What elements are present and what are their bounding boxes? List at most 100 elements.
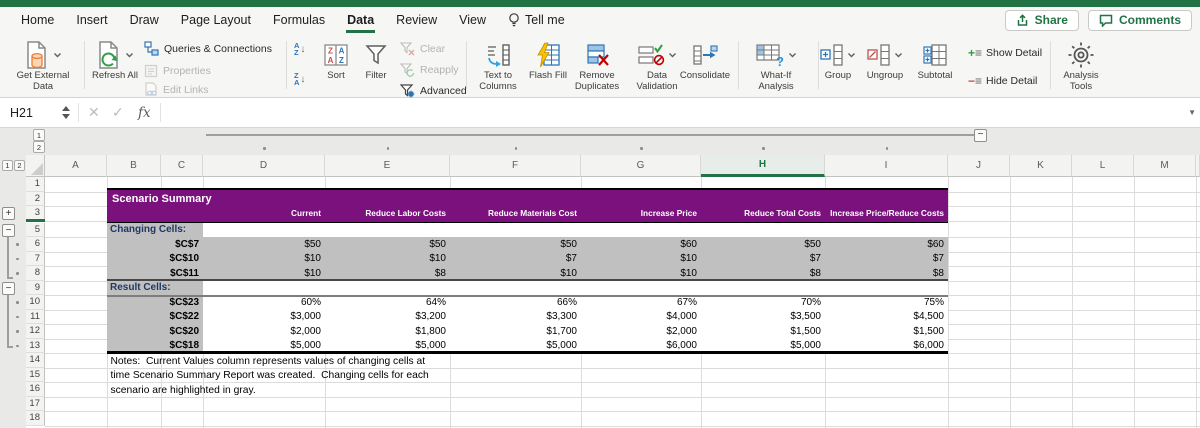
- table-value-cell[interactable]: $7: [467, 253, 577, 265]
- row-header-11[interactable]: 11: [26, 309, 45, 324]
- advanced-filter-button[interactable]: Advanced: [400, 82, 467, 99]
- formula-input[interactable]: [165, 100, 1179, 127]
- row-header-15[interactable]: 15: [26, 367, 45, 382]
- text-to-columns-button[interactable]: Text to Columns: [470, 38, 526, 92]
- row-header-7[interactable]: 7: [26, 251, 45, 266]
- table-value-cell[interactable]: $10: [587, 268, 697, 280]
- table-title-cell[interactable]: Scenario Summary: [112, 193, 312, 206]
- column-header-A[interactable]: A: [45, 155, 107, 177]
- insert-function-button[interactable]: fx: [138, 98, 151, 127]
- row-header-13[interactable]: 13: [26, 338, 45, 353]
- row-header-12[interactable]: 12: [26, 324, 45, 339]
- row-header-14[interactable]: 14: [26, 353, 45, 368]
- sort-ascending-button[interactable]: A Z ↓: [294, 42, 305, 57]
- table-value-cell[interactable]: $3,000: [211, 311, 321, 323]
- table-value-cell[interactable]: $3,500: [711, 311, 821, 323]
- table-value-cell[interactable]: $7: [711, 253, 821, 265]
- menu-tab-tell-me[interactable]: Tell me: [497, 7, 576, 33]
- get-external-data-button[interactable]: Get External Data: [8, 38, 78, 92]
- table-value-cell[interactable]: $3,300: [467, 311, 577, 323]
- analysis-tools-button[interactable]: Analysis Tools: [1052, 38, 1110, 92]
- table-value-cell[interactable]: 70%: [711, 297, 821, 309]
- row-header-18[interactable]: 18: [26, 411, 45, 426]
- table-column-header-cell[interactable]: Increase Price/Reduce Costs: [818, 208, 944, 219]
- table-value-cell[interactable]: 60%: [211, 297, 321, 309]
- select-all-corner[interactable]: [26, 155, 45, 177]
- table-value-cell[interactable]: $50: [211, 239, 321, 251]
- column-header-H[interactable]: H: [701, 155, 825, 177]
- table-value-cell[interactable]: $10: [336, 253, 446, 265]
- share-button[interactable]: Share: [1004, 9, 1079, 31]
- column-header-C[interactable]: C: [161, 155, 203, 177]
- table-value-cell[interactable]: 75%: [834, 297, 944, 309]
- table-value-cell[interactable]: 64%: [336, 297, 446, 309]
- notes-cell[interactable]: scenario are highlighted in gray.: [111, 384, 531, 397]
- table-value-cell[interactable]: $50: [711, 239, 821, 251]
- table-column-header-cell[interactable]: Reduce Materials Cost: [451, 208, 577, 219]
- table-row-label-cell[interactable]: $C$22: [107, 311, 199, 323]
- table-column-header-cell[interactable]: Reduce Labor Costs: [320, 208, 446, 219]
- menu-tab-data[interactable]: Data: [336, 7, 385, 33]
- menu-tab-formulas[interactable]: Formulas: [262, 7, 336, 33]
- table-row-label-cell[interactable]: $C$23: [107, 297, 199, 309]
- group-button[interactable]: Group: [816, 38, 860, 82]
- sort-descending-button[interactable]: Z A ↓: [294, 72, 305, 87]
- table-value-cell[interactable]: $5,000: [711, 340, 821, 352]
- table-value-cell[interactable]: $8: [336, 268, 446, 280]
- row-header-17[interactable]: 17: [26, 396, 45, 411]
- show-detail-button[interactable]: +≡ Show Detail: [968, 44, 1042, 61]
- section-label-result-cells[interactable]: Result Cells:: [107, 280, 203, 295]
- row-header-9[interactable]: 9: [26, 280, 45, 295]
- column-header-partial[interactable]: [1196, 155, 1200, 177]
- table-value-cell[interactable]: $60: [834, 239, 944, 251]
- table-value-cell[interactable]: $1,500: [834, 326, 944, 338]
- table-value-cell[interactable]: $10: [211, 253, 321, 265]
- table-value-cell[interactable]: $2,000: [211, 326, 321, 338]
- name-box[interactable]: H21: [0, 98, 78, 127]
- hide-detail-button[interactable]: −≡ Hide Detail: [968, 72, 1037, 89]
- menu-tab-review[interactable]: Review: [385, 7, 448, 33]
- table-row-label-cell[interactable]: $C$7: [107, 239, 199, 251]
- row-outline-level-1-button[interactable]: 1: [2, 160, 13, 171]
- table-column-header-cell[interactable]: Reduce Total Costs: [695, 208, 821, 219]
- table-value-cell[interactable]: $5,000: [336, 340, 446, 352]
- row-header-6[interactable]: 6: [26, 237, 45, 252]
- table-value-cell[interactable]: $1,500: [711, 326, 821, 338]
- table-value-cell[interactable]: $4,500: [834, 311, 944, 323]
- table-value-cell[interactable]: $50: [467, 239, 577, 251]
- column-header-D[interactable]: D: [203, 155, 325, 177]
- column-header-K[interactable]: K: [1010, 155, 1072, 177]
- menu-tab-page-layout[interactable]: Page Layout: [170, 7, 262, 33]
- consolidate-button[interactable]: Consolidate: [676, 38, 734, 82]
- table-column-header-cell[interactable]: Current: [195, 208, 321, 219]
- column-group-collapse-button[interactable]: −: [974, 128, 987, 142]
- formula-bar-expand-icon[interactable]: ▼: [1188, 98, 1196, 127]
- table-value-cell[interactable]: $10: [587, 253, 697, 265]
- comments-button[interactable]: Comments: [1087, 9, 1192, 31]
- column-outline-level-1-button[interactable]: 1: [33, 129, 45, 141]
- table-value-cell[interactable]: $6,000: [834, 340, 944, 352]
- refresh-all-button[interactable]: Refresh All: [90, 38, 140, 82]
- table-value-cell[interactable]: $5,000: [467, 340, 577, 352]
- table-value-cell[interactable]: $7: [834, 253, 944, 265]
- section-label-changing-cells[interactable]: Changing Cells:: [107, 223, 203, 237]
- table-value-cell[interactable]: $10: [467, 268, 577, 280]
- table-value-cell[interactable]: $8: [834, 268, 944, 280]
- menu-tab-home[interactable]: Home: [10, 7, 65, 33]
- flash-fill-button[interactable]: Flash Fill: [528, 38, 568, 82]
- row-group-expand-button[interactable]: +: [2, 207, 15, 220]
- menu-tab-draw[interactable]: Draw: [119, 7, 170, 33]
- column-header-M[interactable]: M: [1134, 155, 1196, 177]
- row-header-10[interactable]: 10: [26, 295, 45, 310]
- filter-button[interactable]: Filter: [356, 38, 396, 82]
- row-group-collapse-button[interactable]: −: [2, 282, 15, 295]
- column-header-I[interactable]: I: [825, 155, 948, 177]
- table-value-cell[interactable]: $10: [211, 268, 321, 280]
- table-value-cell[interactable]: $50: [336, 239, 446, 251]
- remove-duplicates-button[interactable]: Remove Duplicates: [568, 38, 626, 92]
- table-column-header-cell[interactable]: Increase Price: [571, 208, 697, 219]
- column-header-F[interactable]: F: [450, 155, 581, 177]
- queries-connections-button[interactable]: Queries & Connections: [144, 40, 272, 57]
- table-value-cell[interactable]: $60: [587, 239, 697, 251]
- column-header-E[interactable]: E: [325, 155, 450, 177]
